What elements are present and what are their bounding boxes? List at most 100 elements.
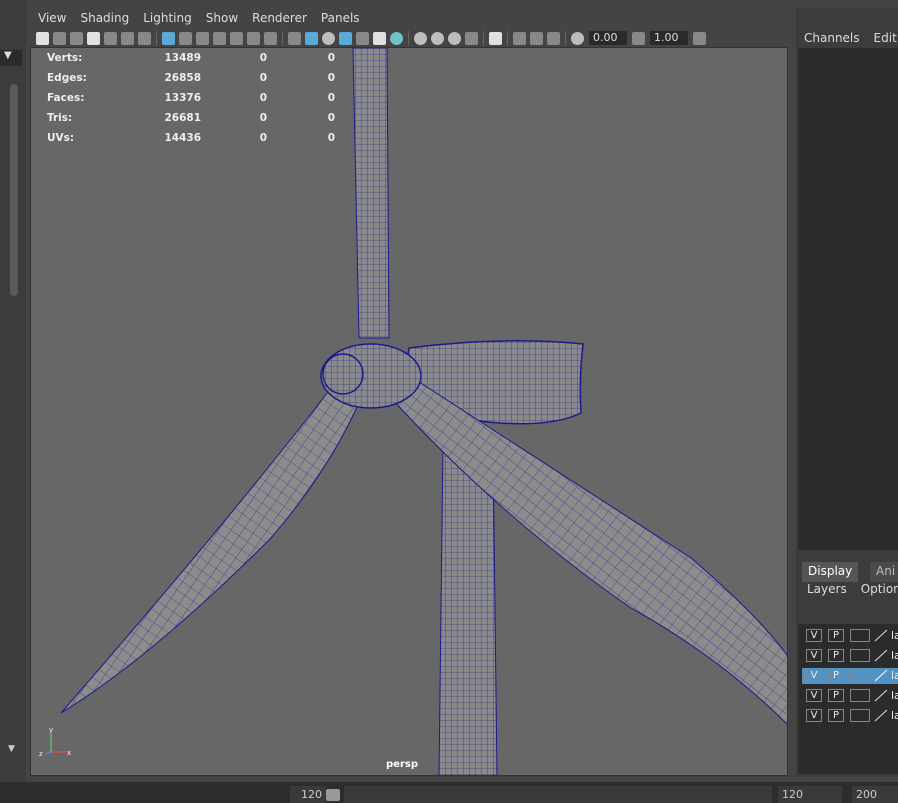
playback-toggle[interactable]: P xyxy=(828,649,844,662)
left-scrollbar[interactable] xyxy=(10,84,18,296)
layer-row-selected[interactable]: V P la xyxy=(802,668,898,684)
layer-row[interactable]: V P la xyxy=(802,708,898,724)
tab-display[interactable]: Display xyxy=(802,562,859,582)
camera-attributes-icon[interactable] xyxy=(53,31,66,45)
range-end-field[interactable]: 120 xyxy=(778,786,842,803)
gamma-field[interactable]: 1.00 xyxy=(650,31,688,45)
menu-shading[interactable]: Shading xyxy=(72,8,135,25)
use-all-lights-icon[interactable] xyxy=(373,31,386,45)
hud-value: 0 xyxy=(259,92,267,104)
grease-pencil-icon[interactable] xyxy=(138,31,151,45)
toolbar-divider xyxy=(156,31,157,45)
toolbar-divider xyxy=(483,31,484,45)
color-management-icon[interactable] xyxy=(693,31,706,45)
film-gate-icon[interactable] xyxy=(179,31,192,45)
collapse-menu[interactable]: ▼ xyxy=(0,50,22,66)
hud-value: 0 xyxy=(327,112,335,124)
axis-z-label: z xyxy=(39,750,43,758)
layer-row[interactable]: V P la xyxy=(802,628,898,644)
layer-name[interactable]: la xyxy=(891,649,898,662)
grid-icon[interactable] xyxy=(162,31,175,45)
resolution-gate-icon[interactable] xyxy=(196,31,209,45)
visibility-toggle[interactable]: V xyxy=(806,709,822,722)
range-track[interactable] xyxy=(344,786,772,803)
layer-row[interactable]: V P la xyxy=(802,688,898,704)
shadows-icon[interactable] xyxy=(390,31,403,45)
gate-mask-icon[interactable] xyxy=(213,31,226,45)
smooth-shade-icon[interactable] xyxy=(305,31,318,45)
depth-of-field-icon[interactable] xyxy=(465,31,478,45)
toolbar-divider xyxy=(507,31,508,45)
channel-list[interactable] xyxy=(798,48,898,550)
menu-layers[interactable]: Layers xyxy=(807,582,847,596)
wireframe-icon[interactable] xyxy=(288,31,301,45)
xray-active-icon[interactable] xyxy=(530,31,543,45)
layer-color-swatch[interactable] xyxy=(850,669,870,682)
end-frame-field[interactable]: 120 xyxy=(290,786,326,803)
wind-turbine-mesh[interactable] xyxy=(31,48,788,776)
visibility-toggle[interactable]: V xyxy=(806,669,822,682)
range-slider-handle[interactable] xyxy=(326,789,340,801)
menu-lighting[interactable]: Lighting xyxy=(135,8,198,25)
layer-color-swatch[interactable] xyxy=(850,629,870,642)
layer-color-swatch[interactable] xyxy=(850,649,870,662)
playback-toggle[interactable]: P xyxy=(828,629,844,642)
hud-label: Tris: xyxy=(47,112,73,124)
bookmark-flag-icon[interactable] xyxy=(87,31,100,45)
safe-title-icon[interactable] xyxy=(264,31,277,45)
menu-show[interactable]: Show xyxy=(198,8,244,25)
layer-name[interactable]: la xyxy=(891,669,898,682)
select-camera-icon[interactable] xyxy=(36,31,49,45)
layer-slash-icon xyxy=(874,629,888,642)
layer-name[interactable]: la xyxy=(891,689,898,702)
screen-space-ao-icon[interactable] xyxy=(414,31,427,45)
gamma-icon[interactable] xyxy=(632,31,645,45)
safe-action-icon[interactable] xyxy=(247,31,260,45)
left-blade-mesh xyxy=(60,387,362,714)
two-d-pan-zoom-icon[interactable] xyxy=(121,31,134,45)
menu-renderer[interactable]: Renderer xyxy=(244,8,313,25)
viewport-3d[interactable]: Verts: 13489 0 0 Edges: 26858 0 0 Faces: 13376 0… xyxy=(30,47,788,776)
spinner-mesh xyxy=(322,353,364,395)
visibility-toggle[interactable]: V xyxy=(806,629,822,642)
hud-row: Tris: 26681 0 0 xyxy=(47,110,335,130)
menu-view[interactable]: View xyxy=(30,8,72,25)
wireframe-on-shaded-icon[interactable] xyxy=(339,31,352,45)
bookmark-icon[interactable] xyxy=(70,31,83,45)
image-plane-icon[interactable] xyxy=(104,31,117,45)
layer-color-swatch[interactable] xyxy=(850,689,870,702)
menu-options[interactable]: Options xyxy=(861,582,898,596)
exposure-field[interactable]: 0.00 xyxy=(589,31,627,45)
layer-name[interactable]: la xyxy=(891,709,898,722)
tab-anim[interactable]: Ani xyxy=(870,562,898,582)
xray-joints-icon[interactable] xyxy=(547,31,560,45)
layer-name[interactable]: la xyxy=(891,629,898,642)
playback-toggle[interactable]: P xyxy=(828,709,844,722)
layer-color-swatch[interactable] xyxy=(850,709,870,722)
hud-value: 0 xyxy=(327,92,335,104)
exposure-icon[interactable] xyxy=(571,31,584,45)
xray-icon[interactable] xyxy=(513,31,526,45)
hud-row: Faces: 13376 0 0 xyxy=(47,90,335,110)
hud-row: Edges: 26858 0 0 xyxy=(47,70,335,90)
menu-channels[interactable]: Channels xyxy=(804,31,860,45)
multisample-aa-icon[interactable] xyxy=(448,31,461,45)
view-axis-gizmo: x y z xyxy=(39,726,71,758)
playback-toggle[interactable]: P xyxy=(828,669,844,682)
textured-icon[interactable] xyxy=(356,31,369,45)
channel-box-menubar: Channels Edit xyxy=(796,8,898,45)
menu-edit[interactable]: Edit xyxy=(874,31,897,45)
field-chart-icon[interactable] xyxy=(230,31,243,45)
visibility-toggle[interactable]: V xyxy=(806,689,822,702)
scroll-down-arrow-icon[interactable]: ▼ xyxy=(8,744,15,754)
range-max-field[interactable]: 200 xyxy=(852,786,898,803)
isolate-select-icon[interactable] xyxy=(489,31,502,45)
hud-value: 14436 xyxy=(164,132,201,144)
playback-toggle[interactable]: P xyxy=(828,689,844,702)
layer-row[interactable]: V P la xyxy=(802,648,898,664)
visibility-toggle[interactable]: V xyxy=(806,649,822,662)
default-material-icon[interactable] xyxy=(322,31,335,45)
motion-blur-icon[interactable] xyxy=(431,31,444,45)
menu-panels[interactable]: Panels xyxy=(313,8,366,25)
hud-value: 26681 xyxy=(164,112,201,124)
